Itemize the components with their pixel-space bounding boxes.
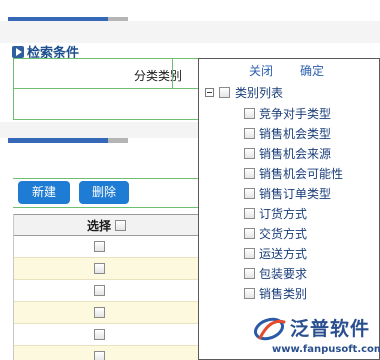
tree-item[interactable]: 订货方式 [244, 203, 343, 223]
search-condition-box: 分类类别 [13, 58, 213, 120]
data-grid: 选择 [13, 214, 213, 360]
tree-item-label: 运送方式 [259, 246, 308, 261]
row-checkbox[interactable] [94, 351, 105, 360]
delete-button[interactable]: 删除 [79, 181, 129, 204]
condition-row: 分类类别 [14, 59, 212, 89]
tree-item[interactable]: 运送方式 [244, 243, 343, 263]
popup-actions: 关闭 确定 [199, 62, 380, 80]
table-row [14, 346, 213, 360]
table-row [14, 302, 213, 324]
item-checkbox[interactable] [244, 227, 255, 239]
item-checkbox[interactable] [244, 267, 255, 279]
table-row [14, 258, 213, 280]
watermark: 泛普软件 www.fanpusoft.com [254, 314, 380, 358]
confirm-link[interactable]: 确定 [300, 62, 324, 79]
tree-item[interactable]: 销售机会类型 [244, 123, 343, 143]
tree-item[interactable]: 销售订单类型 [244, 183, 343, 203]
table-row [14, 236, 213, 258]
table-row [14, 280, 213, 302]
tree-item-label: 销售类别 [259, 286, 308, 301]
tree-item[interactable]: 交货方式 [244, 223, 343, 243]
tree-root-label: 类别列表 [235, 86, 284, 100]
select-column-header: 选择 [86, 218, 111, 233]
item-checkbox[interactable] [244, 207, 255, 219]
tree-item[interactable]: 销售机会来源 [244, 143, 343, 163]
item-checkbox[interactable] [244, 147, 255, 159]
tree-item[interactable]: 销售机会可能性 [244, 163, 343, 183]
tree-item-label: 订货方式 [259, 206, 308, 221]
root-checkbox[interactable] [219, 87, 230, 98]
watermark-url: www.fanpusoft.com [272, 344, 380, 355]
tree-item[interactable]: 竞争对手类型 [244, 103, 343, 123]
tree-item-label: 包装要求 [259, 266, 308, 281]
table-row [14, 324, 213, 346]
top-band [0, 21, 380, 43]
play-icon [12, 45, 24, 58]
row-checkbox[interactable] [94, 329, 105, 340]
tree-item-label: 交货方式 [259, 226, 308, 241]
grid-header: 选择 [14, 214, 213, 236]
watermark-brand: 泛普软件 [290, 318, 371, 340]
item-checkbox[interactable] [244, 107, 255, 119]
tree-item-label: 销售机会来源 [259, 146, 332, 161]
item-checkbox[interactable] [244, 127, 255, 139]
mid-progress-fill [8, 138, 108, 143]
item-checkbox[interactable] [244, 287, 255, 299]
fanpu-logo-icon [254, 317, 286, 341]
item-checkbox[interactable] [244, 187, 255, 199]
tree-item[interactable]: 包装要求 [244, 263, 343, 283]
item-checkbox[interactable] [244, 167, 255, 179]
tree-item-label: 销售机会类型 [259, 126, 332, 141]
tree-item-label: 销售订单类型 [259, 186, 332, 201]
tree-root: 类别列表 [205, 84, 283, 101]
item-checkbox[interactable] [244, 247, 255, 259]
row-checkbox[interactable] [94, 285, 105, 296]
tree-items: 竞争对手类型 销售机会类型 销售机会来源 销售机会可能性 销售订单类型 订货方式… [244, 103, 343, 303]
mid-progress-bar [8, 138, 128, 143]
tree-item-label: 销售机会可能性 [259, 166, 344, 181]
row-checkbox[interactable] [94, 263, 105, 274]
tree-item-label: 竞争对手类型 [259, 106, 332, 121]
close-link[interactable]: 关闭 [249, 62, 273, 79]
category-field-label: 分类类别 [133, 69, 182, 83]
collapse-icon[interactable] [205, 88, 214, 97]
condition-separator [172, 59, 173, 89]
row-checkbox[interactable] [94, 307, 105, 318]
select-all-checkbox[interactable] [115, 219, 126, 231]
row-checkbox[interactable] [94, 241, 105, 252]
new-button[interactable]: 新建 [18, 181, 70, 204]
tree-item[interactable]: 销售类别 [244, 283, 343, 303]
